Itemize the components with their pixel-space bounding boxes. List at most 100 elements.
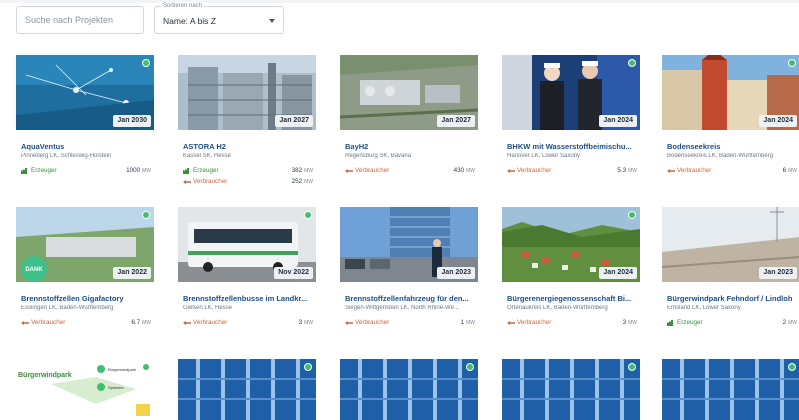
role-label: Verbraucher	[355, 167, 390, 174]
factory-icon	[183, 167, 189, 174]
project-card[interactable]: Jan 2027 ASTORA H2 Kassel SK, Hesse Erze…	[178, 55, 316, 185]
role-row: Verbraucher 6.7 MW	[21, 319, 151, 328]
project-title: BHKW mit Wasserstoffbeimischu...	[507, 142, 632, 151]
project-card[interactable]	[178, 359, 316, 420]
project-image: Jan 2024	[662, 55, 799, 130]
project-image	[178, 359, 316, 420]
consumer-icon	[21, 320, 29, 325]
project-title: Brennstoffzellenbusse im Landkr...	[183, 294, 308, 303]
capacity-value: 1000 MW	[126, 167, 151, 174]
role-row: Erzeuger 2 MW	[667, 319, 797, 328]
sort-legend: Sortieren nach	[161, 2, 205, 10]
logo-text: Bürgerwindpark	[18, 372, 72, 379]
role-label: Erzeuger	[677, 319, 703, 326]
date-badge: Jan 2027	[275, 115, 313, 127]
sort-select[interactable]: Sortieren nach Name: A bis Z	[154, 2, 284, 34]
role-label: Verbraucher	[677, 167, 712, 174]
capacity-value: 252 MW	[291, 178, 313, 185]
role-row: Verbraucher 1 MW	[345, 319, 475, 328]
date-badge: Jan 2024	[599, 267, 637, 279]
project-card[interactable]	[662, 359, 799, 420]
consumer-icon	[183, 320, 191, 325]
status-dot	[142, 59, 150, 67]
project-image: Bürgerwindpark Bürgerwindpark Speicher	[16, 359, 154, 420]
project-image: Jan 2027	[178, 55, 316, 130]
project-image: Jan 2027	[340, 55, 478, 130]
status-dot	[304, 363, 312, 371]
project-card[interactable]: Nov 2022 Brennstoffzellenbusse im Landkr…	[178, 207, 316, 329]
role-label: Erzeuger	[193, 167, 219, 174]
role-label: Verbraucher	[193, 319, 228, 326]
consumer-icon	[667, 168, 675, 173]
date-badge: Jan 2024	[759, 115, 797, 127]
sort-value: Name: A bis Z	[163, 16, 216, 26]
project-title: Bürgerwindpark Fehndorf / Lindloh	[667, 294, 793, 303]
project-card[interactable]	[340, 359, 478, 420]
role-label: Verbraucher	[31, 319, 66, 326]
capacity-value: 3 MW	[298, 319, 313, 326]
status-dot	[142, 363, 150, 371]
date-badge: Jan 2024	[599, 115, 637, 127]
consumer-icon	[345, 168, 353, 173]
project-title: Brennstoffzellen Gigafactory	[21, 294, 124, 303]
role-row: Verbraucher 3 MW	[183, 319, 313, 328]
role-row: Verbraucher 430 MW	[345, 167, 475, 176]
role-row: Verbraucher 3 MW	[507, 319, 637, 328]
project-location: Pinneberg LK, Schleswig-Holstein	[21, 153, 112, 159]
project-location: Ortenaukreis LK, Baden-Württemberg	[507, 305, 608, 311]
consumer-icon	[507, 168, 515, 173]
role-row: Erzeuger 382 MW	[183, 167, 313, 176]
status-dot	[628, 363, 636, 371]
project-card[interactable]: Jan 2027 BayH2 Regensburg SK, Bavaria Ve…	[340, 55, 478, 177]
project-location: Esslingen LK, Baden-Württemberg	[21, 305, 114, 311]
project-title: BayH2	[345, 142, 369, 151]
project-image: Jan 2024	[502, 207, 640, 282]
project-location: Gießen LK, Hesse	[183, 305, 233, 311]
role-row: Erzeuger 1000 MW	[21, 167, 151, 176]
project-card[interactable]: Jan 2023 Bürgerwindpark Fehndorf / Lindl…	[662, 207, 799, 329]
status-dot	[304, 211, 312, 219]
capacity-value: 2 MW	[782, 319, 797, 326]
capacity-value: 6.7 MW	[131, 319, 151, 326]
search-input[interactable]	[16, 6, 144, 34]
project-location: Regensburg SK, Bavaria	[345, 153, 412, 159]
project-card[interactable]: Jan 2024 BHKW mit Wasserstoffbeimischu..…	[502, 55, 640, 177]
date-badge: Jan 2027	[437, 115, 475, 127]
project-location: Hanover LK, Lower Saxony	[507, 153, 581, 159]
diagram-label: Speicher	[108, 385, 124, 390]
status-dot	[466, 363, 474, 371]
capacity-value: 5.3 MW	[617, 167, 637, 174]
status-dot	[628, 59, 636, 67]
project-card[interactable]: Jan 2030 AquaVentus Pinneberg LK, Schles…	[16, 55, 154, 177]
role-label: Erzeuger	[31, 167, 57, 174]
project-title: Bodenseekreis	[667, 142, 721, 151]
status-dot	[788, 59, 796, 67]
project-image: Jan 2023	[340, 207, 478, 282]
status-dot	[788, 363, 796, 371]
project-card[interactable]: Jan 2024 Bodenseekreis Bodenseekreis LK,…	[662, 55, 799, 177]
role-label: Verbraucher	[517, 167, 552, 174]
project-card[interactable]: DANK Jan 2022 Brennstoffzellen Gigafacto…	[16, 207, 154, 329]
role-label: Verbraucher	[193, 178, 228, 185]
date-badge: Jan 2023	[759, 267, 797, 279]
factory-icon	[21, 167, 27, 174]
role-row: Verbraucher 252 MW	[183, 178, 313, 187]
logo-text: DANK	[25, 267, 43, 273]
capacity-value: 6 MW	[782, 167, 797, 174]
date-badge: Nov 2022	[274, 267, 313, 279]
capacity-value: 1 MW	[460, 319, 475, 326]
project-image: Nov 2022	[178, 207, 316, 282]
date-badge: Jan 2030	[113, 115, 151, 127]
project-card[interactable]: Jan 2023 Brennstoffzellenfahrzeug für de…	[340, 207, 478, 329]
project-title: ASTORA H2	[183, 142, 226, 151]
role-label: Verbraucher	[355, 319, 390, 326]
project-image: Jan 2030	[16, 55, 154, 130]
diagram-label: Bürgerwindpark	[108, 367, 136, 372]
project-card[interactable]: Bürgerwindpark Bürgerwindpark Speicher	[16, 359, 154, 420]
project-image	[662, 359, 799, 420]
consumer-icon	[345, 320, 353, 325]
project-card[interactable]	[502, 359, 640, 420]
project-card[interactable]: Jan 2024 Bürgerenergiegenossenschaft Bi.…	[502, 207, 640, 329]
consumer-icon	[507, 320, 515, 325]
project-location: Bodenseekreis LK, Baden-Württemberg	[667, 153, 774, 159]
